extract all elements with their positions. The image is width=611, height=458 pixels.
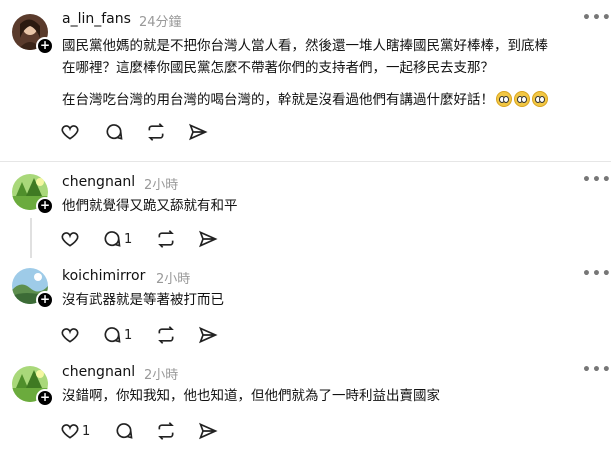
username[interactable]: chengnanl [62,174,135,190]
flushed-face-icon [532,91,548,107]
more-options-icon[interactable]: ••• [582,172,611,188]
timestamp: 2小時 [144,368,179,383]
repost-button[interactable] [146,121,166,143]
repost-icon [158,230,174,248]
thread-line [30,218,32,258]
heart-icon [61,125,79,140]
follow-plus-icon[interactable]: + [36,197,54,215]
repost-button[interactable] [156,228,176,250]
comment-icon [104,327,121,343]
timestamp: 24分鐘 [139,15,182,30]
heart-icon [61,328,79,343]
follow-plus-icon[interactable]: + [36,389,54,407]
username[interactable]: a_lin_fans [62,11,131,27]
post-text: 沒錯啊，你知我知，他也知道，但他們就為了一時利益出賣國家 [62,388,440,404]
reply-count: 1 [124,231,133,247]
reply-button[interactable] [104,121,124,143]
share-button[interactable] [198,228,218,250]
repost-button[interactable] [156,420,176,442]
username[interactable]: koichimirror [62,268,145,284]
like-button[interactable] [60,228,80,250]
send-icon [199,230,218,248]
follow-plus-icon[interactable]: + [36,291,54,309]
post-text-line: 在哪裡？這麼棒你國民黨怎麼不帶著你們的支持者們，一起移民去支那？ [62,60,494,76]
reply-button[interactable]: 1 [102,228,132,250]
reply-button[interactable]: 1 [102,324,132,346]
post-text: 他們就覺得又跪又舔就有和平 [62,198,238,214]
send-icon [189,123,208,141]
comment-icon [106,124,123,140]
like-button[interactable]: 1 [60,420,90,442]
reply-post: + chengnanl 2小時 ••• 他們就覺得又跪又舔就有和平 1 [0,162,611,258]
post-text-line: 國民黨他媽的就是不把你台灣人當人看，然後還一堆人瞎捧國民黨好棒棒，到底棒 [62,38,548,54]
comment-icon [116,423,133,439]
post-actions [60,121,260,143]
share-button[interactable] [198,324,218,346]
like-button[interactable] [60,121,80,143]
share-button[interactable] [188,121,208,143]
heart-icon [61,424,79,439]
reply-count: 1 [124,327,133,343]
post-text-paragraph: 在台灣吃台灣的用台灣的喝台灣的，幹就是沒看過他們有講過什麼好話！ [62,89,602,111]
post-text: 國民黨他媽的就是不把你台灣人當人看，然後還一堆人瞎捧國民黨好棒棒，到底棒 在哪裡… [62,35,602,111]
username[interactable]: chengnanl [62,364,135,380]
flushed-face-icon [496,91,512,107]
share-button[interactable] [198,420,218,442]
heart-icon [61,232,79,247]
like-count: 1 [82,423,91,439]
like-button[interactable] [60,324,80,346]
send-icon [199,422,218,440]
reply-post: + koichimirror 2小時 ••• 沒有武器就是等著被打而已 1 [0,258,611,354]
repost-icon [158,326,174,344]
post-actions: 1 [60,228,260,250]
reply-post: + chengnanl 2小時 ••• 沒錯啊，你知我知，他也知道，但他們就為了… [0,354,611,458]
post-1: + a_lin_fans 24分鐘 ••• 國民黨他媽的就是不把你台灣人當人看，… [0,0,611,155]
more-options-icon[interactable]: ••• [582,10,611,26]
post-actions: 1 [60,420,260,442]
follow-plus-icon[interactable]: + [36,37,54,55]
post-text-line: 在台灣吃台灣的用台灣的喝台灣的，幹就是沒看過他們有講過什麼好話！ [62,92,494,108]
send-icon [199,326,218,344]
flushed-face-icon [514,91,530,107]
timestamp: 2小時 [156,272,191,287]
repost-icon [158,422,174,440]
comment-icon [104,231,121,247]
repost-button[interactable] [156,324,176,346]
post-text: 沒有武器就是等著被打而已 [62,292,224,308]
more-options-icon[interactable]: ••• [582,362,611,378]
more-options-icon[interactable]: ••• [582,266,611,282]
timestamp: 2小時 [144,178,179,193]
repost-icon [148,123,164,141]
reply-button[interactable] [114,420,134,442]
post-actions: 1 [60,324,260,346]
